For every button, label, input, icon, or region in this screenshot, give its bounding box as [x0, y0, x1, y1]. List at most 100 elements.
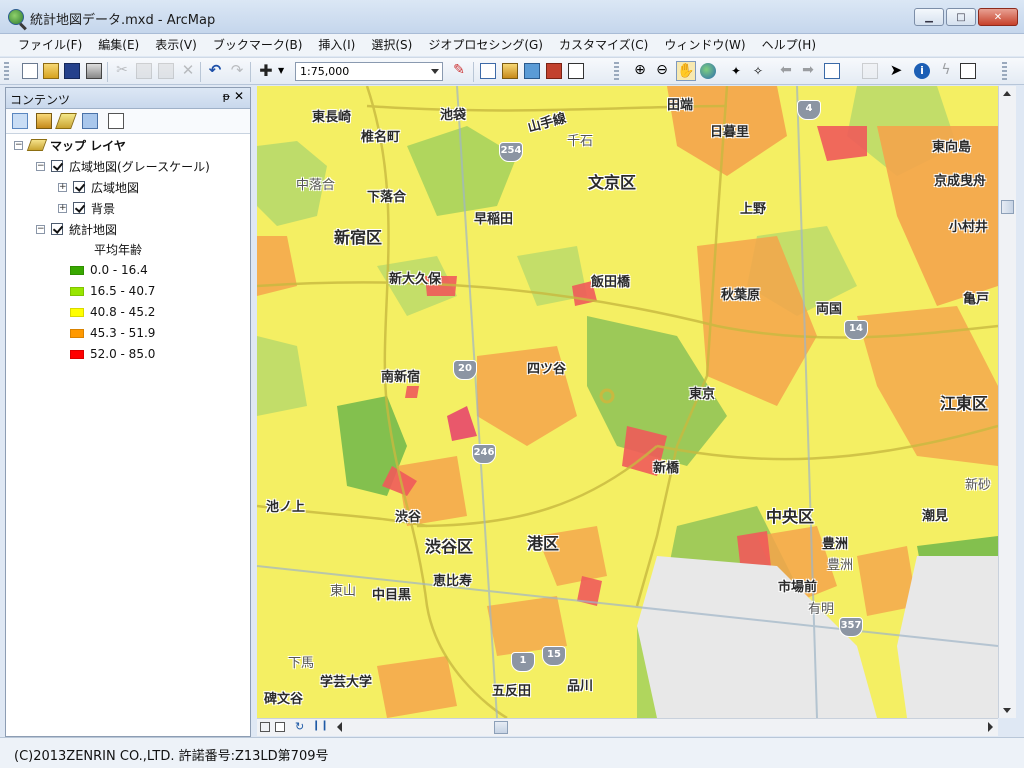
- menu-customize[interactable]: カスタマイズ(C): [551, 34, 656, 56]
- collapse-icon[interactable]: −: [14, 140, 23, 150]
- map-display[interactable]: 東長崎 池袋 山手線 田端 椎名町 千石 日暮里 東向島 中落合 下落合 文京区…: [257, 86, 998, 718]
- toc-header: コンテンツ ᵽ ✕: [6, 88, 250, 109]
- tree-row-basemap[interactable]: + 広域地図: [58, 178, 139, 196]
- legend-class-label: 52.0 - 85.0: [90, 347, 156, 361]
- scroll-down-icon[interactable]: [1003, 708, 1011, 713]
- back-arrow-icon[interactable]: ⬅: [778, 63, 794, 79]
- menu-bookmarks[interactable]: ブックマーク(B): [205, 34, 311, 56]
- map-label: 新砂: [965, 478, 992, 493]
- expand-icon[interactable]: +: [58, 203, 67, 213]
- map-horizontal-scrollbar[interactable]: ↻ ❙❙: [257, 718, 998, 736]
- zoom-in-icon[interactable]: ⊕: [632, 63, 648, 79]
- hyperlink-lightning-icon[interactable]: ϟ: [938, 63, 954, 79]
- pin-icon[interactable]: ᵽ: [223, 90, 230, 103]
- tree-row-map-layers[interactable]: − マップ レイヤ: [14, 136, 126, 154]
- save-icon[interactable]: [64, 63, 80, 79]
- catalog-icon[interactable]: [502, 63, 518, 79]
- checkbox-checked[interactable]: [73, 181, 85, 193]
- checkbox-checked[interactable]: [73, 202, 85, 214]
- map-vertical-scrollbar[interactable]: [998, 86, 1016, 718]
- delete-icon[interactable]: ✕: [180, 63, 196, 79]
- refresh-icon[interactable]: ↻: [295, 720, 304, 733]
- close-button[interactable]: ✕: [978, 8, 1018, 26]
- table-of-contents-icon[interactable]: [480, 63, 496, 79]
- expand-icon[interactable]: +: [58, 182, 67, 192]
- legend-swatch: [70, 307, 84, 317]
- pause-drawing-icon[interactable]: ❙❙: [312, 720, 329, 731]
- menu-insert[interactable]: 挿入(I): [310, 34, 363, 56]
- python-window-icon[interactable]: [568, 63, 584, 79]
- toolbar-grip-3[interactable]: [1002, 62, 1007, 82]
- fixed-zoom-in-icon[interactable]: ✦: [728, 63, 744, 79]
- collapse-icon[interactable]: −: [36, 161, 45, 171]
- toolbar-grip[interactable]: [4, 62, 9, 82]
- clear-selection-icon[interactable]: [862, 63, 878, 79]
- redo-icon[interactable]: ↷: [229, 63, 245, 79]
- menu-edit[interactable]: 編集(E): [90, 34, 147, 56]
- menu-view[interactable]: 表示(V): [147, 34, 205, 56]
- collapse-icon[interactable]: −: [36, 224, 45, 234]
- add-data-dropdown-icon[interactable]: ▼: [278, 63, 286, 79]
- print-icon[interactable]: [86, 63, 102, 79]
- toc-close-icon[interactable]: ✕: [234, 89, 244, 103]
- tree-row-stat-layer[interactable]: − 統計地図: [36, 220, 117, 238]
- tree-row-background[interactable]: + 背景: [58, 199, 115, 217]
- menu-file[interactable]: ファイル(F): [10, 34, 90, 56]
- scroll-right-icon[interactable]: [988, 722, 993, 732]
- search-window-icon[interactable]: [524, 63, 540, 79]
- map-label: 中目黒: [372, 588, 412, 603]
- data-view-icon[interactable]: [260, 722, 270, 732]
- select-elements-arrow-icon[interactable]: ➤: [888, 63, 904, 79]
- cut-icon[interactable]: ✂: [114, 63, 130, 79]
- arctoolbox-icon[interactable]: [546, 63, 562, 79]
- html-popup-icon[interactable]: [960, 63, 976, 79]
- legend-class-row[interactable]: 45.3 - 51.9: [70, 324, 155, 342]
- scroll-up-icon[interactable]: [1003, 91, 1011, 96]
- list-by-drawing-order-icon[interactable]: [12, 113, 28, 129]
- open-folder-icon[interactable]: [43, 63, 59, 79]
- legend-class-row[interactable]: 16.5 - 40.7: [70, 282, 155, 300]
- scroll-left-icon[interactable]: [337, 722, 342, 732]
- maximize-button[interactable]: □: [946, 8, 976, 26]
- menu-geoprocessing[interactable]: ジオプロセシング(G): [420, 34, 551, 56]
- forward-arrow-icon[interactable]: ➡: [800, 63, 816, 79]
- copy-icon[interactable]: [136, 63, 152, 79]
- pan-hand-icon[interactable]: ✋: [676, 61, 696, 81]
- zoom-out-icon[interactable]: ⊖: [654, 63, 670, 79]
- full-extent-globe-icon[interactable]: [700, 63, 716, 79]
- identify-info-icon[interactable]: i: [914, 63, 930, 79]
- legend-class-row[interactable]: 40.8 - 45.2: [70, 303, 155, 321]
- select-features-icon[interactable]: [824, 63, 840, 79]
- minimize-button[interactable]: ▁: [914, 8, 944, 26]
- checkbox-checked[interactable]: [51, 160, 63, 172]
- list-by-visibility-icon[interactable]: [55, 113, 77, 129]
- layout-view-icon[interactable]: [275, 722, 285, 732]
- route-shield: 357: [839, 617, 863, 637]
- list-by-selection-icon[interactable]: [82, 113, 98, 129]
- checkbox-checked[interactable]: [51, 223, 63, 235]
- horizontal-scrollbar-thumb[interactable]: [494, 721, 508, 734]
- stat-layer-label: 統計地図: [69, 222, 118, 237]
- toc-options-icon[interactable]: [108, 113, 124, 129]
- add-data-icon[interactable]: ✚: [258, 63, 274, 79]
- editor-toolbar-icon[interactable]: ✎: [451, 63, 467, 79]
- toolbar-grip-2[interactable]: [614, 62, 619, 82]
- legend-swatch: [70, 286, 84, 296]
- tree-row-basemap-group[interactable]: − 広域地図(グレースケール): [36, 157, 210, 175]
- menu-windows[interactable]: ウィンドウ(W): [656, 34, 753, 56]
- map-label: 池ノ上: [266, 500, 306, 515]
- menu-selection[interactable]: 選択(S): [363, 34, 420, 56]
- paste-icon[interactable]: [158, 63, 174, 79]
- fixed-zoom-out-icon[interactable]: ✧: [750, 63, 766, 79]
- new-document-icon[interactable]: [22, 63, 38, 79]
- legend-class-row[interactable]: 52.0 - 85.0: [70, 345, 155, 363]
- scrollbar-thumb[interactable]: [1001, 200, 1014, 214]
- arcmap-app-icon: [8, 9, 24, 25]
- map-scale-combobox[interactable]: 1:75,000: [295, 62, 443, 81]
- map-label: 下馬: [288, 656, 315, 671]
- chevron-down-icon[interactable]: [431, 69, 439, 74]
- list-by-source-icon[interactable]: [36, 113, 52, 129]
- menu-help[interactable]: ヘルプ(H): [754, 34, 824, 56]
- undo-icon[interactable]: ↶: [207, 63, 223, 79]
- legend-class-row[interactable]: 0.0 - 16.4: [70, 261, 148, 279]
